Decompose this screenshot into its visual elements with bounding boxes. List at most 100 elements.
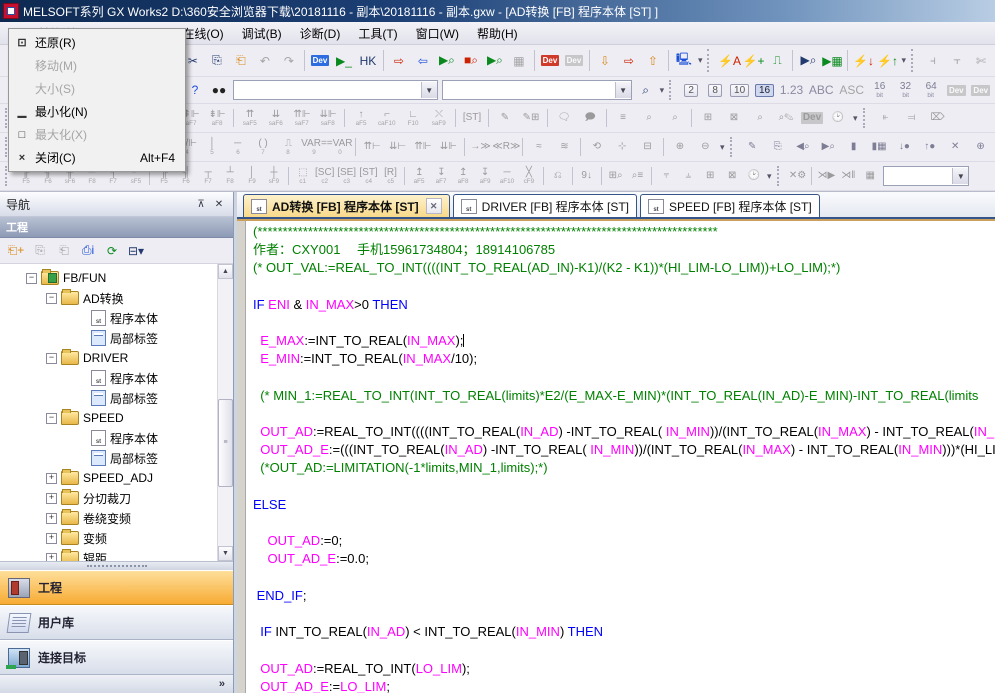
device-monitor-icon[interactable]: Dev — [539, 50, 561, 72]
delete-col-icon[interactable]: ⊟ — [635, 135, 660, 159]
new-item-icon[interactable]: ⎗+ — [5, 240, 27, 262]
return-icon[interactable]: ≪R≫ — [493, 135, 519, 159]
watch-blank-button[interactable] — [971, 164, 993, 188]
fall-contact-icon[interactable]: ⇊⊢ — [385, 135, 410, 159]
edit-statement-icon[interactable]: ✎⊞ — [518, 106, 544, 130]
sfc-sc-icon[interactable]: [SC]c2 — [314, 164, 336, 188]
menu-item-6[interactable]: 工具(T) — [349, 22, 406, 44]
copy-icon[interactable]: ⎘ — [206, 50, 228, 72]
monitor-stop-icon[interactable]: ▦ — [508, 50, 530, 72]
copy-item-icon[interactable]: ⎘ — [29, 240, 51, 262]
st-edit-icon[interactable]: ✎ — [740, 135, 765, 159]
st-code-editor[interactable]: (***************************************… — [246, 219, 995, 693]
sfc-se-icon[interactable]: [SE]c3 — [336, 164, 358, 188]
sfc-find-icon[interactable]: ⌕≡ — [627, 164, 649, 188]
pause-icon[interactable]: ⋊‖ — [837, 164, 859, 188]
chevron-expand-icon[interactable]: » — [219, 678, 225, 690]
tree-item-SPEED[interactable]: −SPEED — [0, 408, 217, 428]
limit-high-icon[interactable]: ⚡↑ — [876, 50, 898, 72]
item-info-icon[interactable]: ⎙i — [77, 240, 99, 262]
tree-item-程序本体[interactable]: st程序本体 — [0, 308, 217, 328]
find-prev-note-icon[interactable]: ⌕ — [636, 106, 662, 130]
sfc-table-icon[interactable]: ⊞⌕ — [605, 164, 627, 188]
plus-expander-icon[interactable]: + — [46, 533, 57, 544]
minus-expander-icon[interactable]: − — [46, 353, 57, 364]
sfc-div2-icon[interactable]: ┴F8 — [219, 164, 241, 188]
sfc-cross-icon[interactable]: ┼sF9 — [263, 164, 285, 188]
app-icon[interactable] — [3, 3, 19, 19]
sysmenu-item-3[interactable]: ▁最小化(N) — [9, 100, 185, 123]
device-comment2-icon[interactable]: ⊠ — [721, 106, 747, 130]
toolbar-overflow-icon[interactable]: ▾ — [720, 142, 725, 153]
help-icon[interactable]: ? — [184, 79, 206, 101]
jump-icon[interactable]: →≫ — [468, 135, 493, 159]
sfc-rise2-icon[interactable]: ↥aF8 — [452, 164, 474, 188]
bookmark-icon[interactable]: ▮ — [841, 135, 866, 159]
watch-combo[interactable]: ▼ — [883, 166, 969, 186]
display-16bit-icon[interactable]: 16bit — [867, 78, 893, 102]
toolbar-overflow-icon[interactable]: ▾ — [698, 55, 703, 66]
toolbar-overflow-icon[interactable]: ▾ — [767, 171, 772, 182]
run-to-icon[interactable]: ⋊▶ — [815, 164, 837, 188]
nav-footer-bar[interactable]: » — [0, 675, 233, 693]
note-del-icon[interactable]: 🗩 — [577, 106, 603, 130]
find-up-icon[interactable]: ↑● — [917, 135, 942, 159]
find-combo-2[interactable]: ▼ — [442, 80, 632, 100]
history-icon[interactable]: 🕑 — [825, 106, 851, 130]
horizontal-line-icon[interactable]: ─6 — [225, 135, 250, 159]
st-doc-icon[interactable]: ⎘ — [765, 135, 790, 159]
invert-icon[interactable]: ↑aF5 — [348, 106, 374, 130]
tree-item-FB/FUN[interactable]: −FB/FUN — [0, 268, 217, 288]
device-dev-icon[interactable]: Dev — [799, 106, 825, 130]
tree-item-变频[interactable]: +变频 — [0, 528, 217, 548]
rotate-icon[interactable]: ⟲ — [584, 135, 609, 159]
minus-expander-icon[interactable]: − — [46, 413, 57, 424]
redo-icon[interactable]: ↷ — [278, 50, 300, 72]
statement-list-icon[interactable]: ≡ — [610, 106, 636, 130]
minus-expander-icon[interactable]: − — [26, 273, 37, 284]
sfc-fall-icon[interactable]: ↧aF7 — [430, 164, 452, 188]
paste-item-icon[interactable]: ⎗ — [53, 240, 75, 262]
plus-expander-icon[interactable]: + — [46, 553, 57, 562]
tree-item-AD转换[interactable]: −AD转换 — [0, 288, 217, 308]
sfc-div1-icon[interactable]: ┬F7 — [197, 164, 219, 188]
break-clear-icon[interactable]: ✕⚙ — [787, 164, 809, 188]
monitor-watch-icon[interactable]: ▶⌕ — [484, 50, 506, 72]
display-ascii-icon[interactable]: ASC — [837, 79, 865, 101]
display-oct-icon[interactable]: 8 — [704, 79, 726, 101]
plus-expander-icon[interactable]: + — [46, 473, 57, 484]
monitor-display-icon[interactable]: 🖳 — [673, 50, 695, 72]
editor-tab-2[interactable]: stSPEED [FB] 程序本体 [ST] — [640, 194, 820, 217]
clear-find-icon[interactable]: ✕ — [943, 135, 968, 159]
tree-item-局部标签[interactable]: 局部标签 — [0, 388, 217, 408]
device-batch-icon[interactable]: Dev — [563, 50, 585, 72]
device-skip-icon[interactable]: Dev — [970, 79, 992, 101]
menu-item-7[interactable]: 窗口(W) — [407, 22, 468, 44]
refresh-icon[interactable]: ⟳ — [101, 240, 123, 262]
undo-icon[interactable]: ↶ — [254, 50, 276, 72]
align-left-icon[interactable]: ⫦ — [873, 106, 899, 130]
watch-buffer-icon[interactable]: ▶⌕ — [797, 50, 819, 72]
monitor-start-icon[interactable]: ⚡A — [718, 50, 740, 72]
pulse-fall2-icon[interactable]: ⇟⊩aF8 — [204, 106, 230, 130]
limit-low-icon[interactable]: ⚡↓ — [852, 50, 874, 72]
sfc-fall2-icon[interactable]: ↧aF9 — [474, 164, 496, 188]
branch-fall-icon[interactable]: ⇊saF6 — [263, 106, 289, 130]
delete-row-icon[interactable]: ⌦ — [925, 106, 951, 130]
param1-icon[interactable]: ⫧ — [655, 164, 677, 188]
read-from-plc-icon[interactable]: ⇦ — [412, 50, 434, 72]
program-exec-icon[interactable]: ▶_ — [333, 50, 355, 72]
menu-item-4[interactable]: 调试(B) — [233, 22, 291, 44]
sfc-box-icon[interactable]: ⬚c1 — [292, 164, 314, 188]
display-32bit-icon[interactable]: 32bit — [893, 78, 919, 102]
sfc-del-icon[interactable]: ╳cF9 — [518, 164, 540, 188]
bookmark-list-icon[interactable]: ▮▦ — [866, 135, 891, 159]
scroll-down-icon[interactable]: ▼ — [218, 546, 233, 561]
display-abc-icon[interactable]: ABC — [807, 79, 835, 101]
rise-or-icon[interactable]: ⇈⊩ — [410, 135, 435, 159]
sfc-r-icon[interactable]: [R]c5 — [380, 164, 402, 188]
st-zoom-in-icon[interactable]: ⊕ — [968, 135, 993, 159]
coil-icon[interactable]: ( )7 — [250, 135, 275, 159]
toolbar-overflow-icon[interactable]: ▾ — [901, 55, 906, 66]
display-real-icon[interactable]: 1.23 — [778, 79, 805, 101]
